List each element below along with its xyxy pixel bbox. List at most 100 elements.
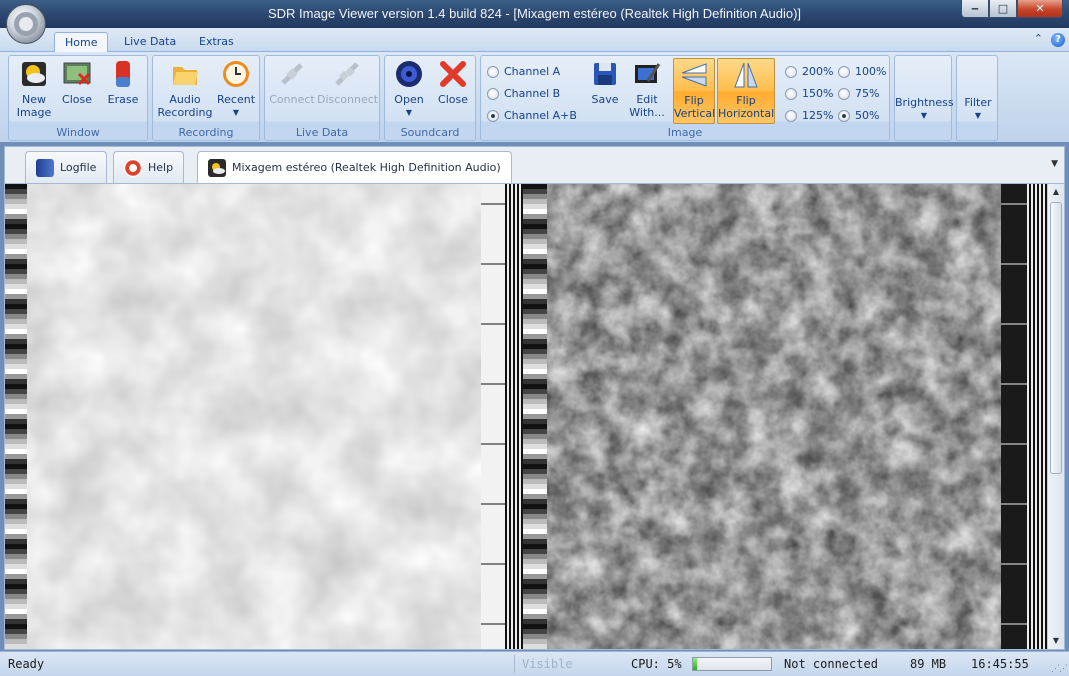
radio-zoom-200[interactable]: 200% (785, 65, 833, 78)
flip-horizontal-icon (731, 60, 761, 90)
filter-dropdown-icon: ▼ (974, 111, 982, 120)
open-soundcard-button[interactable]: Open ▼ (389, 59, 429, 119)
filter-label: Filter (964, 96, 992, 109)
group-live-data: Connect Disconnect Live Data (264, 55, 380, 141)
radio-zoom-125[interactable]: 125% (785, 109, 833, 122)
status-ready: Ready (8, 657, 45, 671)
radio-zoom-100[interactable]: 100% (838, 65, 886, 78)
radio-channel-a[interactable]: Channel A (487, 65, 560, 78)
doc-tab-image[interactable]: Mixagem estéreo (Realtek High Definition… (197, 151, 512, 183)
close-image-button[interactable]: Close (57, 59, 97, 106)
edit-with-label: Edit With... (629, 93, 665, 119)
group-label-recording: Recording (178, 126, 234, 139)
close-image-icon (62, 59, 92, 89)
speaker-icon (394, 59, 424, 89)
radio-channel-b-circle (487, 87, 499, 100)
vertical-scrollbar[interactable]: ▲ ▼ (1047, 184, 1064, 649)
recent-button[interactable]: Recent ▼ (215, 59, 257, 119)
maximize-button[interactable]: □ (989, 0, 1017, 18)
flip-horizontal-button[interactable]: Flip Horizontal (717, 58, 775, 124)
group-label-live-data: Live Data (295, 126, 349, 139)
zoom-150-label: 150% (802, 87, 834, 100)
memory-usage: 89 MB (910, 657, 947, 671)
zoom-100-label: 100% (855, 65, 887, 78)
tab-extras[interactable]: Extras (189, 32, 244, 52)
title-bar: SDR Image Viewer version 1.4 build 824 -… (0, 0, 1069, 28)
save-label: Save (591, 93, 619, 106)
tab-live-data[interactable]: Live Data (114, 32, 186, 52)
group-recording: Audio Recording Recent ▼ Recording (152, 55, 260, 141)
ribbon-tab-strip: Home Live Data Extras ⌃ ? (0, 28, 1069, 52)
ribbon: New Image Close Erase Window Audio Recor… (0, 52, 1069, 142)
brightness-button[interactable]: Brightness ▼ (895, 96, 954, 122)
group-label-window: Window (56, 126, 100, 139)
zoom-200-label: 200% (802, 65, 834, 78)
radio-channel-b[interactable]: Channel B (487, 87, 560, 100)
status-visible: Visible (522, 657, 573, 671)
disconnect-label: Disconnect (317, 93, 379, 106)
image-viewport[interactable]: ▲ ▼ (4, 183, 1065, 650)
red-x-icon (438, 59, 468, 89)
group-image: Channel A Channel B Channel A+B Save Edi… (480, 55, 890, 141)
connect-button[interactable]: Connect (267, 59, 317, 106)
weather-image-tab-icon (208, 158, 226, 177)
group-filter: Filter ▼ (956, 55, 998, 141)
brightness-dropdown-icon: ▼ (920, 111, 928, 120)
radio-zoom-125-circle (785, 109, 797, 122)
satellite-image (5, 184, 1049, 649)
window-controls: ‒ □ ✕ (961, 0, 1063, 18)
new-image-button[interactable]: New Image (13, 59, 55, 119)
flip-vertical-button[interactable]: Flip Vertical (673, 58, 715, 124)
help-icon[interactable]: ? (1051, 33, 1065, 47)
radio-zoom-75[interactable]: 75% (838, 87, 879, 100)
collapse-ribbon-icon[interactable]: ⌃ (1034, 32, 1043, 45)
folder-open-icon (170, 59, 200, 89)
save-button[interactable]: Save (585, 59, 625, 106)
close-soundcard-button[interactable]: Close (433, 59, 473, 106)
tab-list-dropdown-icon[interactable]: ▼ (1051, 159, 1058, 169)
connect-label: Connect (269, 93, 315, 106)
doc-tab-help[interactable]: Help (113, 151, 185, 183)
scrollbar-thumb[interactable] (1050, 202, 1062, 474)
weather-image-icon (19, 59, 49, 89)
radio-channel-ab[interactable]: Channel A+B (487, 109, 577, 122)
close-image-label: Close (62, 93, 92, 106)
group-label-soundcard: Soundcard (400, 126, 460, 139)
minimize-button[interactable]: ‒ (961, 0, 989, 18)
filter-button[interactable]: Filter ▼ (957, 96, 999, 122)
recent-label: Recent (216, 93, 256, 106)
open-soundcard-label: Open (394, 93, 424, 106)
status-bar: Ready Visible CPU: 5% Not connected 89 M… (0, 651, 1069, 676)
open-dropdown-icon: ▼ (405, 108, 413, 117)
status-divider (514, 655, 515, 673)
radio-zoom-150[interactable]: 150% (785, 87, 833, 100)
doc-tab-logfile[interactable]: Logfile (25, 151, 108, 183)
edit-image-icon (632, 59, 662, 89)
scroll-up-icon[interactable]: ▲ (1048, 184, 1064, 200)
edit-with-button[interactable]: Edit With... (627, 59, 667, 119)
audio-recording-button[interactable]: Audio Recording (155, 59, 215, 119)
channel-a-label: Channel A (504, 65, 561, 78)
audio-recording-label: Audio Recording (157, 93, 213, 119)
scroll-down-icon[interactable]: ▼ (1048, 633, 1064, 649)
erase-label: Erase (107, 93, 139, 106)
doc-tab-help-label: Help (148, 161, 174, 174)
disconnect-button[interactable]: Disconnect (317, 59, 379, 106)
tab-home[interactable]: Home (54, 32, 109, 52)
flip-horizontal-label: Flip Horizontal (718, 94, 775, 120)
radio-zoom-50[interactable]: 50% (838, 109, 879, 122)
brightness-label: Brightness (895, 96, 954, 109)
radio-channel-a-circle (487, 65, 499, 78)
close-soundcard-label: Close (438, 93, 468, 106)
cpu-meter-fill (693, 658, 697, 670)
resize-grip-icon[interactable]: ⋰⋰ (1051, 664, 1068, 674)
close-window-button[interactable]: ✕ (1017, 0, 1063, 18)
clock-time: 16:45:55 (971, 657, 1029, 671)
plug-connect-icon (277, 59, 307, 89)
window-title: SDR Image Viewer version 1.4 build 824 -… (267, 6, 802, 21)
application-menu-button[interactable] (6, 4, 46, 44)
erase-button[interactable]: Erase (103, 59, 143, 106)
document-tab-strip: Logfile Help Mixagem estéreo (Realtek Hi… (4, 146, 1065, 184)
eraser-icon (108, 59, 138, 89)
plug-disconnect-icon (332, 59, 362, 89)
